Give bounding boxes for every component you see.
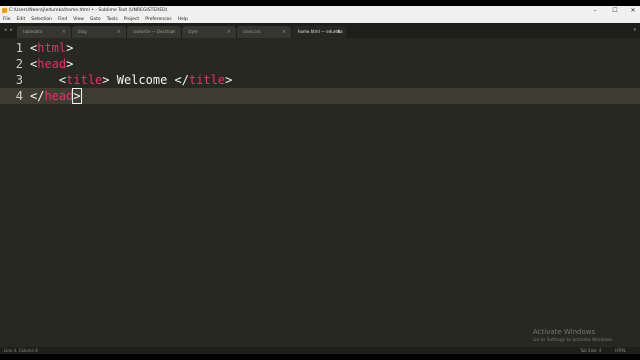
- close-icon[interactable]: ×: [227, 26, 231, 38]
- line-number: 4: [15, 89, 23, 103]
- code-editor[interactable]: 1 <html> 2 <head> 3 <title> Welcome </ti…: [0, 38, 640, 347]
- window-title: C:\Users\Neeraj\edureka\home.html • - Su…: [9, 8, 168, 13]
- tab-blog[interactable]: blog ×: [72, 26, 126, 38]
- sublime-window: C:\Users\Neeraj\edureka\home.html • - Su…: [0, 6, 640, 354]
- watermark-subtitle: Go to Settings to activate Windows.: [533, 338, 614, 343]
- tab-label: blog: [78, 29, 87, 34]
- activate-windows-watermark: Activate Windows Go to Settings to activ…: [533, 328, 614, 344]
- menu-goto[interactable]: Goto: [90, 16, 101, 23]
- tab-tabledata[interactable]: tabledata ×: [17, 26, 71, 38]
- tab-scroll-arrows-icon[interactable]: ◂ ▸: [4, 27, 14, 33]
- title-bar: C:\Users\Neeraj\edureka\home.html • - Su…: [0, 6, 640, 16]
- tab-label: lastwrite — Desktop: [133, 29, 174, 34]
- menu-bar: File Edit Selection Find View Goto Tools…: [0, 16, 640, 23]
- code-line: 2 <head>: [0, 56, 640, 72]
- tab-label: tabledata: [23, 29, 43, 34]
- tab-bar: ◂ ▸ tabledata × blog × lastwrite — Deskt…: [0, 23, 640, 38]
- menu-selection[interactable]: Selection: [31, 16, 52, 23]
- sublime-app-icon: [2, 8, 7, 13]
- tab-style[interactable]: style ×: [182, 26, 236, 38]
- close-icon[interactable]: ×: [172, 26, 176, 38]
- status-syntax[interactable]: HTML: [615, 347, 626, 354]
- menu-find[interactable]: Find: [58, 16, 67, 23]
- tab-class-css[interactable]: class.css ×: [237, 26, 291, 38]
- menu-file[interactable]: File: [3, 16, 11, 23]
- maximize-icon[interactable]: ☐: [606, 6, 624, 16]
- close-icon[interactable]: ×: [282, 26, 286, 38]
- line-number: 3: [15, 73, 23, 87]
- menu-project[interactable]: Project: [124, 16, 139, 23]
- minimize-icon[interactable]: –: [586, 6, 604, 16]
- menu-tools[interactable]: Tools: [107, 16, 118, 23]
- tab-home-html[interactable]: home.html — edureka ×: [292, 26, 346, 38]
- text-cursor: >: [72, 88, 82, 104]
- tab-label: style: [188, 29, 198, 34]
- code-line-current: 4 </head>: [0, 88, 640, 104]
- menu-view[interactable]: View: [73, 16, 84, 23]
- status-bar: Line 4, Column 8 Tab Size: 4 HTML: [0, 347, 640, 354]
- code-line: 3 <title> Welcome </title>: [0, 72, 640, 88]
- tab-menu-icon[interactable]: ▾: [633, 27, 636, 33]
- close-icon[interactable]: ×: [337, 26, 341, 38]
- code-text: </head>: [30, 88, 82, 104]
- tab-lastwrite[interactable]: lastwrite — Desktop ×: [127, 26, 181, 38]
- close-icon[interactable]: ✕: [624, 6, 640, 16]
- code-text: <title> Welcome </title>: [58, 73, 233, 87]
- menu-help[interactable]: Help: [178, 16, 188, 23]
- menu-preferences[interactable]: Preferences: [145, 16, 171, 23]
- status-tab-size[interactable]: Tab Size: 4: [580, 347, 601, 354]
- code-text: <html>: [30, 41, 74, 55]
- line-number: 2: [15, 57, 23, 71]
- menu-edit[interactable]: Edit: [17, 16, 26, 23]
- status-cursor-position: Line 4, Column 8: [4, 348, 38, 353]
- close-icon[interactable]: ×: [62, 26, 66, 38]
- watermark-title: Activate Windows: [533, 328, 596, 336]
- code-text: <head>: [30, 57, 74, 71]
- line-number: 1: [15, 41, 23, 55]
- code-line: 1 <html>: [0, 40, 640, 56]
- tab-label: class.css: [243, 29, 261, 34]
- close-icon[interactable]: ×: [117, 26, 121, 38]
